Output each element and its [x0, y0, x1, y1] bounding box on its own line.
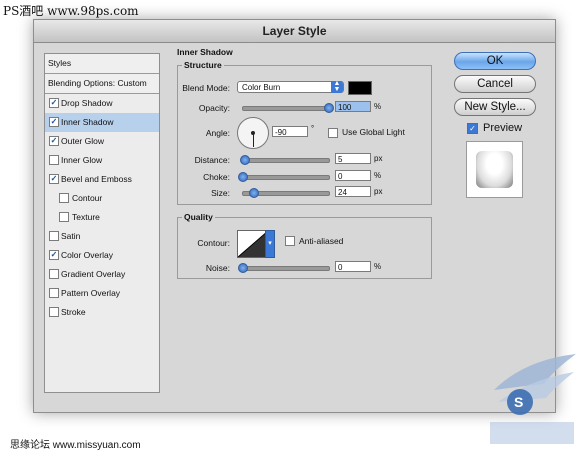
noise-label: Noise: [205, 263, 230, 273]
opacity-label: Opacity: [198, 103, 230, 113]
style-item-label: Inner Shadow [61, 117, 114, 127]
noise-slider[interactable] [238, 263, 330, 273]
watermark-logo: S [490, 354, 576, 444]
blending-options-label: Blending Options: Custom [48, 78, 147, 88]
preview-checkbox[interactable]: ✓ [467, 123, 478, 134]
angle-unit: ° [311, 124, 315, 133]
style-item-contour[interactable]: Contour [45, 189, 159, 208]
blend-mode-label: Blend Mode: [182, 83, 230, 93]
new-style-button[interactable]: New Style... [454, 98, 536, 116]
preview-label: Preview [483, 122, 523, 134]
style-item-inner-shadow[interactable]: ✓ Inner Shadow [45, 113, 159, 132]
global-light-checkbox[interactable] [328, 128, 338, 138]
styles-header[interactable]: Styles [45, 54, 159, 74]
style-item-checkbox[interactable] [59, 193, 69, 203]
style-item-checkbox[interactable] [49, 269, 59, 279]
angle-label: Angle: [205, 128, 230, 138]
choke-slider[interactable] [238, 172, 330, 182]
angle-dial-hand [253, 133, 254, 147]
style-item-label: Contour [72, 193, 103, 203]
blend-mode-select[interactable]: Color Burn ▲ ▼ [237, 80, 344, 93]
watermark-top: PS酒吧 www.98ps.com [3, 4, 139, 18]
style-item-label: Color Overlay [61, 250, 113, 260]
angle-dial[interactable] [237, 117, 269, 149]
preview-swatch [476, 151, 513, 188]
style-item-checkbox[interactable] [49, 231, 59, 241]
size-slider[interactable] [242, 188, 330, 198]
style-item-label: Texture [72, 212, 100, 222]
style-item-label: Inner Glow [61, 155, 103, 165]
opacity-slider[interactable] [242, 103, 334, 113]
choke-label: Choke: [203, 172, 230, 182]
choke-unit: % [374, 171, 382, 180]
contour-label: Contour: [197, 238, 230, 248]
choke-slider-knob[interactable] [238, 172, 248, 182]
styles-header-label: Styles [48, 58, 72, 68]
style-item-checkbox[interactable] [59, 212, 69, 222]
select-arrows-icon: ▲ ▼ [331, 80, 343, 93]
style-item-inner-glow[interactable]: Inner Glow [45, 151, 159, 170]
style-item-label: Pattern Overlay [61, 288, 121, 298]
noise-unit: % [374, 262, 382, 271]
size-label: Size: [211, 188, 230, 198]
style-item-color-overlay[interactable]: ✓ Color Overlay [45, 246, 159, 265]
distance-unit: px [374, 154, 383, 163]
style-item-texture[interactable]: Texture [45, 208, 159, 227]
style-item-outer-glow[interactable]: ✓ Outer Glow [45, 132, 159, 151]
style-preview-thumbnail [466, 141, 523, 198]
global-light-label: Use Global Light [342, 127, 405, 137]
style-item-checkbox[interactable]: ✓ [49, 250, 59, 260]
svg-text:S: S [514, 394, 523, 410]
quality-title: Quality [182, 212, 215, 222]
styles-list: Styles Blending Options: Custom ✓ Drop Sh… [44, 53, 160, 393]
style-item-label: Stroke [61, 307, 86, 317]
opacity-input[interactable]: 100 [335, 101, 371, 112]
style-item-label: Gradient Overlay [61, 269, 126, 279]
style-item-label: Outer Glow [61, 136, 104, 146]
contour-dropdown-arrow-icon[interactable]: ▾ [265, 230, 275, 258]
style-item-label: Drop Shadow [61, 98, 113, 108]
style-item-bevel-and-emboss[interactable]: ✓ Bevel and Emboss [45, 170, 159, 189]
distance-slider-knob[interactable] [239, 155, 250, 165]
style-item-checkbox[interactable] [49, 288, 59, 298]
blending-options-item[interactable]: Blending Options: Custom [45, 74, 159, 94]
style-item-checkbox[interactable] [49, 155, 59, 165]
ok-button[interactable]: OK [454, 52, 536, 70]
blend-mode-value: Color Burn [242, 83, 281, 92]
style-item-satin[interactable]: Satin [45, 227, 159, 246]
style-item-drop-shadow[interactable]: ✓ Drop Shadow [45, 94, 159, 113]
size-input[interactable]: 24 [335, 186, 371, 197]
style-item-stroke[interactable]: Stroke [45, 303, 159, 322]
anti-aliased-checkbox[interactable] [285, 236, 295, 246]
layer-style-dialog: Layer Style Styles Blending Options: Cus… [33, 19, 556, 413]
contour-curve-icon [238, 231, 268, 257]
structure-title: Structure [182, 60, 224, 70]
style-item-checkbox[interactable]: ✓ [49, 98, 59, 108]
style-item-checkbox[interactable]: ✓ [49, 136, 59, 146]
cancel-button[interactable]: Cancel [454, 75, 536, 93]
style-item-gradient-overlay[interactable]: Gradient Overlay [45, 265, 159, 284]
noise-slider-knob[interactable] [238, 263, 248, 273]
window-title: Layer Style [34, 20, 555, 43]
blend-color-swatch[interactable] [348, 81, 372, 95]
size-unit: px [374, 187, 383, 196]
style-item-label: Bevel and Emboss [61, 174, 132, 184]
style-item-pattern-overlay[interactable]: Pattern Overlay [45, 284, 159, 303]
distance-slider[interactable] [239, 155, 330, 165]
style-item-checkbox[interactable]: ✓ [49, 117, 59, 127]
opacity-unit: % [374, 102, 382, 111]
opacity-slider-knob[interactable] [324, 103, 334, 113]
anti-aliased-label: Anti-aliased [299, 236, 344, 246]
distance-input[interactable]: 5 [335, 153, 371, 164]
angle-dial-center [251, 131, 255, 135]
angle-input[interactable]: -90 [272, 126, 308, 137]
inner-shadow-title: Inner Shadow [177, 47, 233, 57]
noise-input[interactable]: 0 [335, 261, 371, 272]
distance-label: Distance: [194, 155, 230, 165]
style-item-checkbox[interactable] [49, 307, 59, 317]
watermark-bottom: 思缘论坛 www.missyuan.com [10, 440, 141, 451]
choke-input[interactable]: 0 [335, 170, 371, 181]
style-item-checkbox[interactable]: ✓ [49, 174, 59, 184]
style-item-label: Satin [61, 231, 81, 241]
